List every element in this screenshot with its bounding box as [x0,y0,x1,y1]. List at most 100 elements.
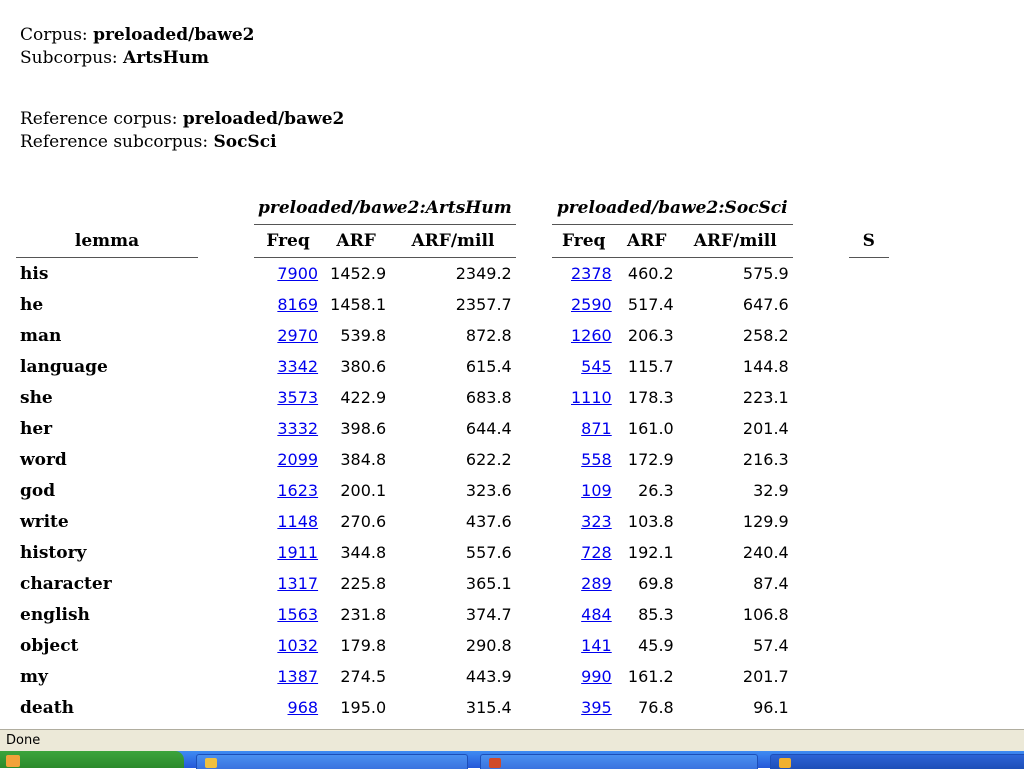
lemma-cell: her [20,418,53,439]
arf-cell-socsci: 45.9 [638,636,674,655]
taskbar-item[interactable] [480,754,758,769]
arfmill-cell-socsci: 96.1 [753,698,789,717]
arf-cell-socsci: 161.2 [627,667,674,686]
arfmill-cell-socsci: 216.3 [742,450,789,469]
arf-cell-socsci: 85.3 [638,605,674,624]
arfmill-cell-artshum: 437.6 [465,512,512,531]
freq-cell-socsci: 545 [552,351,616,382]
arf-cell-artshum: 231.8 [340,605,387,624]
freq-link[interactable]: 8169 [277,295,318,314]
arfmill-cell-socsci: 201.7 [742,667,789,686]
freq-cell-artshum: 7900 [254,258,322,290]
freq-link[interactable]: 1911 [277,543,318,562]
arf-cell-artshum: 200.1 [340,481,387,500]
freq-link[interactable]: 3342 [277,357,318,376]
taskbar-item[interactable] [196,754,468,769]
lemma-cell: history [20,542,87,563]
arf-cell-artshum: 225.8 [340,574,387,593]
arf-cell-artshum: 195.0 [340,698,387,717]
arfmill-cell-socsci: 106.8 [742,605,789,624]
freq-cell-artshum: 3573 [254,382,322,413]
table-row: language 3342 380.6 615.4 545 115.7 144.8 [16,351,889,382]
freq-link[interactable]: 484 [581,605,612,624]
freq-link[interactable]: 323 [581,512,612,531]
lemma-cell: his [20,263,49,284]
freq-cell-socsci: 2590 [552,289,616,320]
freq-link[interactable]: 2378 [571,264,612,283]
freq-link[interactable]: 1032 [277,636,318,655]
arfmill-cell-artshum: 872.8 [465,326,512,345]
arfmill-cell-socsci: 647.6 [742,295,789,314]
freq-cell-socsci: 109 [552,475,616,506]
arf-cell-artshum: 539.8 [340,326,387,345]
freq-link[interactable]: 728 [581,543,612,562]
lemma-cell: write [20,511,69,532]
arfmill-header-2: ARF/mill [677,224,793,258]
arfmill-cell-artshum: 443.9 [465,667,512,686]
freq-link[interactable]: 871 [581,419,612,438]
freq-link[interactable]: 395 [581,698,612,717]
group-header-artshum: preloaded/bawe2:ArtsHum [254,192,516,225]
freq-link[interactable]: 990 [581,667,612,686]
freq-cell-artshum: 968 [254,692,322,723]
arfmill-cell-artshum: 2349.2 [455,264,512,283]
freq-cell-artshum: 2099 [254,444,322,475]
arfmill-cell-socsci: 32.9 [753,481,789,500]
arf-cell-artshum: 384.8 [340,450,387,469]
lemma-cell: god [20,480,56,501]
arfmill-cell-artshum: 365.1 [465,574,512,593]
arfmill-cell-artshum: 290.8 [465,636,512,655]
arfmill-cell-artshum: 622.2 [465,450,512,469]
freq-link[interactable]: 1260 [571,326,612,345]
freq-link[interactable]: 3573 [277,388,318,407]
taskbar-item-active[interactable] [770,754,1024,769]
lemma-cell: my [20,666,48,687]
freq-link[interactable]: 109 [581,481,612,500]
score-header-cut: S [848,224,889,258]
arf-cell-artshum: 274.5 [340,667,387,686]
arfmill-cell-artshum: 557.6 [465,543,512,562]
lemma-header: lemma [16,224,198,258]
freq-link[interactable]: 1110 [571,388,612,407]
arf-cell-socsci: 460.2 [627,264,674,283]
arfmill-cell-socsci: 223.1 [742,388,789,407]
table-row: she 3573 422.9 683.8 1110 178.3 223.1 [16,382,889,413]
freq-link[interactable]: 1148 [277,512,318,531]
freq-link[interactable]: 289 [581,574,612,593]
arf-cell-socsci: 206.3 [627,326,674,345]
freq-link[interactable]: 558 [581,450,612,469]
freq-link[interactable]: 1623 [277,481,318,500]
table-row: history 1911 344.8 557.6 728 192.1 240.4 [16,537,889,568]
freq-link[interactable]: 1317 [277,574,318,593]
start-button[interactable] [0,751,184,768]
group-header-row: preloaded/bawe2:ArtsHum preloaded/bawe2:… [16,192,889,225]
freq-link[interactable]: 1387 [277,667,318,686]
freq-link[interactable]: 968 [288,698,319,717]
lemma-cell: character [20,573,112,594]
freq-link[interactable]: 7900 [277,264,318,283]
freq-cell-artshum: 1148 [254,506,322,537]
freq-cell-socsci: 990 [552,661,616,692]
group-header-socsci: preloaded/bawe2:SocSci [551,192,793,225]
freq-link[interactable]: 2970 [277,326,318,345]
arf-cell-artshum: 1458.1 [330,295,387,314]
arfmill-cell-socsci: 240.4 [742,543,789,562]
arf-cell-artshum: 422.9 [340,388,387,407]
freq-cell-artshum: 1563 [254,599,322,630]
ref-corpus-line: Reference corpus: preloaded/bawe2 [20,109,345,129]
subcorpus-value: ArtsHum [123,48,210,68]
freq-link[interactable]: 141 [581,636,612,655]
table-row: english 1563 231.8 374.7 484 85.3 106.8 [16,599,889,630]
freq-link[interactable]: 1563 [277,605,318,624]
freq-link[interactable]: 3332 [277,419,318,438]
freq-header-1: Freq [254,224,323,258]
freq-link[interactable]: 2099 [277,450,318,469]
keyword-table: preloaded/bawe2:ArtsHum preloaded/bawe2:… [16,192,889,723]
freq-cell-artshum: 3342 [254,351,322,382]
freq-link[interactable]: 2590 [571,295,612,314]
freq-link[interactable]: 545 [581,357,612,376]
arfmill-cell-socsci: 57.4 [753,636,789,655]
arfmill-cell-socsci: 129.9 [742,512,789,531]
column-header-row: lemma Freq ARF ARF/mill Freq ARF ARF/mil… [16,224,889,258]
arf-cell-socsci: 69.8 [638,574,674,593]
